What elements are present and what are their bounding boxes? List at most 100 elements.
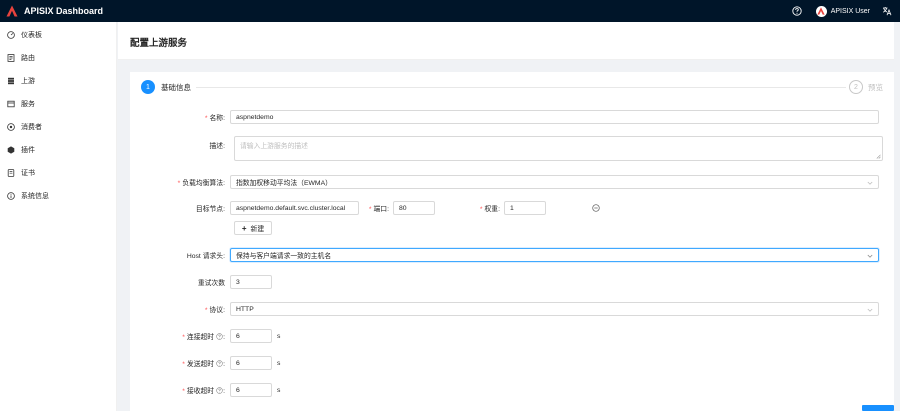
retries-input[interactable]: 3 (230, 275, 272, 289)
sidebar-item-upstream[interactable]: 上游 (0, 69, 116, 92)
form-row-retries: 重试次数 3 (130, 275, 272, 289)
user-name[interactable]: APISIX User (831, 8, 870, 15)
send-timeout-label: * 发送超时: (182, 360, 225, 368)
chevron-down-icon (867, 308, 873, 312)
host-header-select[interactable]: 保持与客户端请求一致的主机名 (230, 248, 879, 262)
form-row-protocol: * 协议: HTTP (130, 302, 879, 316)
question-circle-icon[interactable] (216, 387, 223, 394)
step-label: 基础信息 (161, 82, 191, 92)
sidebar-item-label: 插件 (21, 146, 35, 154)
question-circle-icon[interactable] (216, 333, 223, 340)
read-timeout-label-text: 接收超时 (186, 388, 215, 395)
required-mark: * (177, 180, 181, 187)
form-card: 1 基础信息 2 预览 * 名称: aspnetdemo 描述: 请输入上游服务的… (130, 72, 894, 411)
step-number: 1 (141, 80, 155, 94)
sidebar-item-label: 消费者 (21, 123, 42, 131)
apisix-logo-icon (6, 5, 18, 17)
weight-label: * 权重: (435, 203, 504, 213)
form-row-description: 描述: (130, 138, 230, 152)
connect-timeout-label: * 连接超时: (182, 333, 225, 341)
add-target-button[interactable]: + 新建 (234, 221, 272, 235)
sidebar-item-label: 服务 (21, 100, 35, 108)
step-label: 预览 (868, 82, 883, 92)
scrollbar[interactable] (894, 22, 900, 411)
question-circle-icon[interactable] (216, 360, 223, 367)
form-row-name: * 名称: aspnetdemo (130, 110, 879, 124)
info-icon (7, 191, 15, 200)
send-timeout-unit: s (277, 359, 281, 367)
apisix-avatar-icon (817, 7, 825, 15)
step-preview[interactable]: 2 预览 (849, 80, 883, 94)
description-placeholder: 请输入上游服务的描述 (240, 143, 308, 150)
certificate-icon (7, 168, 15, 177)
sidebar-item-certificate[interactable]: 证书 (0, 161, 116, 184)
upstream-icon (8, 77, 14, 84)
remove-target-icon[interactable] (592, 204, 600, 212)
next-step-button-edge[interactable] (862, 405, 894, 411)
form-row-read-timeout: * 接收超时: 6 s (130, 383, 280, 397)
target-host-input[interactable]: aspnetdemo.default.svc.cluster.local (230, 201, 359, 215)
step-basic-info: 1 基础信息 (141, 80, 191, 94)
protocol-select[interactable]: HTTP (230, 302, 879, 316)
sidebar-item-label: 系统信息 (21, 192, 49, 200)
target-weight-input[interactable]: 1 (504, 201, 546, 215)
host-header-label: Host 请求头: (186, 253, 225, 260)
connect-timeout-input[interactable]: 6 (230, 329, 272, 343)
sidebar-item-dashboard[interactable]: 仪表板 (0, 23, 116, 46)
lb-algorithm-value: 指数加权移动平均法（EWMA） (236, 180, 332, 187)
step-number: 2 (849, 80, 863, 94)
resize-handle-icon[interactable] (876, 154, 881, 159)
retries-label: 重试次数 (197, 280, 225, 287)
lb-algorithm-label: * 负载均衡算法: (130, 177, 230, 187)
route-icon (7, 53, 15, 62)
read-timeout-unit: s (277, 386, 281, 394)
target-port-input[interactable]: 80 (393, 201, 435, 215)
read-timeout-input[interactable]: 6 (230, 383, 272, 397)
brand[interactable]: APISIX Dashboard (0, 0, 103, 22)
form-row-send-timeout: * 发送超时: 6 s (130, 356, 280, 370)
send-timeout-input[interactable]: 6 (230, 356, 272, 370)
form-row-host-header: Host 请求头: 保持与客户端请求一致的主机名 (130, 248, 879, 262)
description-textarea[interactable]: 请输入上游服务的描述 (234, 136, 883, 161)
port-label-text: 端口: (373, 206, 389, 213)
lb-algorithm-select[interactable]: 指数加权移动平均法（EWMA） (230, 175, 879, 189)
page-title: 配置上游服务 (130, 38, 188, 49)
protocol-label-text: 协议: (209, 307, 225, 314)
sidebar-item-label: 证书 (21, 169, 35, 177)
sidebar-item-consumer[interactable]: 消费者 (0, 115, 116, 138)
top-header: APISIX Dashboard APISIX User (0, 0, 900, 22)
plugin-icon (7, 145, 15, 154)
required-mark: * (182, 334, 185, 341)
required-mark: * (182, 361, 185, 368)
dashboard-icon (7, 30, 15, 39)
sidebar-item-plugin[interactable]: 插件 (0, 138, 116, 161)
chevron-down-icon (867, 181, 873, 185)
form-row-targets: 目标节点: aspnetdemo.default.svc.cluster.loc… (130, 201, 546, 215)
sidebar-item-label: 上游 (21, 77, 35, 85)
sidebar-item-service[interactable]: 服务 (0, 92, 116, 115)
form-row-connect-timeout: * 连接超时: 6 s (130, 329, 280, 343)
app-title: APISIX Dashboard (24, 6, 104, 16)
chevron-down-icon (867, 254, 873, 258)
protocol-value: HTTP (236, 305, 254, 313)
add-target-label: 新建 (250, 226, 265, 233)
connect-timeout-unit: s (277, 332, 281, 340)
question-icon[interactable] (792, 6, 802, 16)
sidebar-item-system-info[interactable]: 系统信息 (0, 184, 116, 207)
name-input[interactable]: aspnetdemo (230, 110, 879, 124)
send-timeout-label-text: 发送超时 (186, 361, 215, 368)
port-label: * 端口: (359, 203, 393, 213)
lb-algorithm-label-text: 负载均衡算法: (182, 180, 225, 187)
translate-icon[interactable] (882, 6, 892, 16)
step-connector (196, 87, 846, 88)
sidebar-item-route[interactable]: 路由 (0, 46, 116, 69)
required-mark: * (204, 115, 208, 122)
name-label-text: 名称: (209, 115, 225, 122)
protocol-label: * 协议: (130, 304, 230, 314)
read-timeout-label: * 接收超时: (182, 387, 225, 395)
required-mark: * (368, 206, 372, 213)
required-mark: * (182, 388, 185, 395)
avatar[interactable] (815, 5, 827, 17)
sidebar-item-label: 仪表板 (21, 31, 42, 39)
required-mark: * (479, 206, 483, 213)
